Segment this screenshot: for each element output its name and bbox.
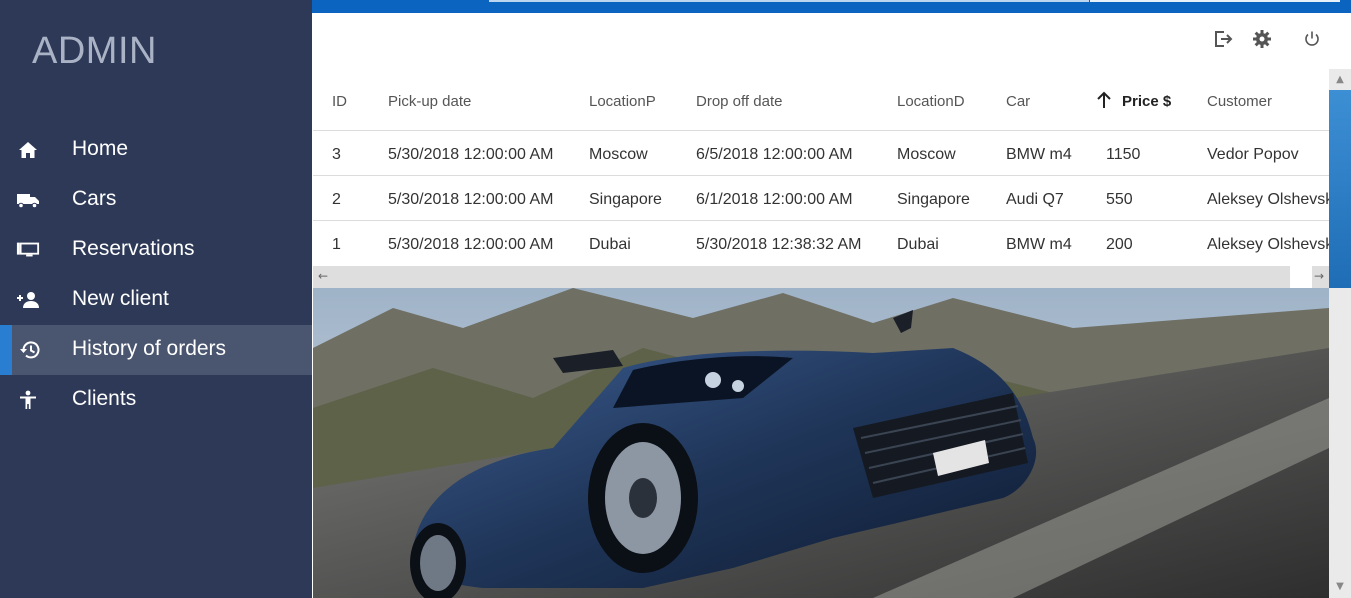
power-icon[interactable] bbox=[1301, 28, 1323, 50]
scroll-left-icon[interactable]: ← bbox=[318, 269, 328, 283]
table-cell: 3 bbox=[332, 146, 341, 163]
sidebar-item-home[interactable]: Home bbox=[0, 125, 312, 175]
sidebar-item-label: New client bbox=[72, 287, 169, 310]
sidebar-item-history-of-orders[interactable]: History of orders bbox=[0, 325, 312, 375]
table-cell: Singapore bbox=[589, 191, 662, 208]
history-icon bbox=[18, 339, 42, 361]
sidebar-nav: Home Cars Reservations New client Histor… bbox=[0, 125, 312, 425]
sidebar-item-label: Reservations bbox=[72, 237, 195, 260]
exit-icon[interactable] bbox=[1212, 28, 1234, 50]
sidebar-item-label: Home bbox=[72, 137, 129, 160]
person-add-icon bbox=[16, 289, 40, 311]
side-image-strip bbox=[1329, 90, 1351, 288]
table-cell: Dubai bbox=[589, 236, 631, 253]
table-cell: Dubai bbox=[897, 236, 939, 253]
table-cell: BMW m4 bbox=[1006, 146, 1072, 163]
hero-car-image bbox=[313, 288, 1329, 598]
table-cell: 1150 bbox=[1106, 146, 1141, 163]
column-header-location-p[interactable]: LocationP bbox=[589, 93, 656, 110]
table-cell: 6/1/2018 12:00:00 AM bbox=[696, 191, 853, 208]
column-header-location-d[interactable]: LocationD bbox=[897, 93, 965, 110]
table-cell: 5/30/2018 12:00:00 AM bbox=[388, 191, 554, 208]
column-header-car[interactable]: Car bbox=[1006, 93, 1030, 110]
scrollbar-thumb[interactable] bbox=[1290, 266, 1312, 288]
table-cell: 5/30/2018 12:00:00 AM bbox=[388, 236, 554, 253]
table-cell: 5/30/2018 12:38:32 AM bbox=[696, 236, 862, 253]
table-cell: Moscow bbox=[589, 146, 648, 163]
brand-title: ADMIN bbox=[32, 30, 157, 72]
sort-ascending-icon[interactable] bbox=[1096, 91, 1112, 109]
column-header-customer[interactable]: Customer bbox=[1207, 93, 1272, 110]
table-cell: 2 bbox=[332, 191, 341, 208]
table-cell: 6/5/2018 12:00:00 AM bbox=[696, 146, 853, 163]
column-header-id[interactable]: ID bbox=[332, 93, 347, 110]
sidebar-item-clients[interactable]: Clients bbox=[0, 375, 312, 425]
table-cell: Vedor Popov bbox=[1207, 146, 1299, 163]
sidebar-item-label: History of orders bbox=[72, 337, 227, 360]
accessibility-icon bbox=[16, 389, 40, 411]
sidebar-item-label: Cars bbox=[72, 187, 117, 210]
column-header-price[interactable]: Price $ bbox=[1122, 93, 1171, 110]
sidebar-item-reservations[interactable]: Reservations bbox=[0, 225, 312, 275]
table-cell: 200 bbox=[1106, 236, 1133, 253]
table-cell: Aleksey Olshevsk bbox=[1207, 191, 1329, 208]
header bbox=[312, 13, 1351, 69]
table-cell: BMW m4 bbox=[1006, 236, 1072, 253]
home-icon bbox=[16, 139, 40, 161]
sidebar-item-cars[interactable]: Cars bbox=[0, 175, 312, 225]
sidebar: ADMIN Home Cars Reservations New client bbox=[0, 0, 312, 598]
monitor-icon bbox=[16, 239, 40, 261]
table-cell: 550 bbox=[1106, 191, 1133, 208]
table-cell: Audi Q7 bbox=[1006, 191, 1064, 208]
column-header-pickup-date[interactable]: Pick-up date bbox=[388, 93, 471, 110]
column-header-dropoff-date[interactable]: Drop off date bbox=[696, 93, 782, 110]
table-cell: 5/30/2018 12:00:00 AM bbox=[388, 146, 554, 163]
truck-icon bbox=[16, 189, 40, 211]
sidebar-item-label: Clients bbox=[72, 387, 137, 410]
table-cell: 1 bbox=[332, 236, 341, 253]
table-cell: Aleksey Olshevsk bbox=[1207, 236, 1329, 253]
sidebar-item-new-client[interactable]: New client bbox=[0, 275, 312, 325]
scroll-up-icon[interactable]: ▲ bbox=[1333, 73, 1347, 87]
horizontal-scrollbar[interactable]: ← → bbox=[313, 266, 1329, 288]
scroll-right-icon[interactable]: → bbox=[1314, 269, 1324, 283]
table-cell: Singapore bbox=[897, 191, 970, 208]
orders-table: ID Pick-up date LocationP Drop off date … bbox=[313, 69, 1329, 288]
gear-icon[interactable] bbox=[1251, 28, 1273, 50]
scroll-down-icon[interactable]: ▼ bbox=[1333, 580, 1347, 594]
top-accent-bar bbox=[312, 0, 1351, 13]
table-cell: Moscow bbox=[897, 146, 956, 163]
